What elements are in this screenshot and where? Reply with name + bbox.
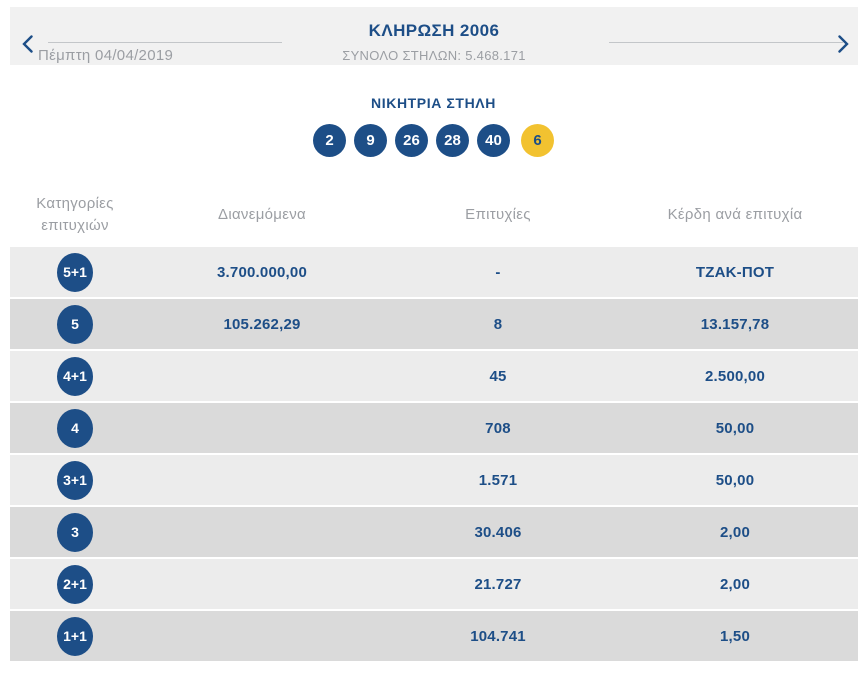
next-draw-button[interactable] bbox=[832, 33, 854, 57]
prize-table: Κατηγορίες επιτυχιών Διανεμόμενα Επιτυχί… bbox=[10, 183, 858, 663]
category-badge: 4 bbox=[57, 408, 93, 448]
joker-number-ball: 6 bbox=[521, 124, 554, 157]
prize-value: 50,00 bbox=[715, 471, 755, 489]
winning-number-ball: 40 bbox=[477, 124, 510, 157]
table-row: 3 30.406 2,00 bbox=[10, 507, 858, 557]
winning-number-ball: 2 bbox=[313, 124, 346, 157]
category-badge: 5 bbox=[57, 304, 93, 344]
category-badge: 4+1 bbox=[57, 356, 93, 396]
draw-header: ΚΛΗΡΩΣΗ 2006 ΣΥΝΟΛΟ ΣΤΗΛΩΝ: 5.468.171 bbox=[10, 21, 858, 63]
category-badge: 5+1 bbox=[57, 252, 93, 292]
table-row: 4 708 50,00 bbox=[10, 403, 858, 453]
winners-value: 30.406 bbox=[474, 523, 522, 541]
winning-number-ball: 26 bbox=[395, 124, 428, 157]
column-header-winners: Επιτυχίες bbox=[465, 206, 531, 224]
winners-value: 104.741 bbox=[470, 627, 526, 645]
prize-value: 2.500,00 bbox=[705, 367, 765, 385]
category-badge: 3+1 bbox=[57, 460, 93, 500]
prize-value: 2,00 bbox=[720, 575, 750, 593]
winners-value: 21.727 bbox=[474, 575, 522, 593]
table-row: 5+1 3.700.000,00 - ΤΖΑΚ-ΠΟΤ bbox=[10, 247, 858, 297]
table-row: 3+1 1.571 50,00 bbox=[10, 455, 858, 505]
winners-value: 1.571 bbox=[478, 471, 518, 489]
table-row: 4+1 45 2.500,00 bbox=[10, 351, 858, 401]
winning-column-section: ΝΙΚΗΤΡΙΑ ΣΤΗΛΗ 2 9 26 28 40 6 bbox=[0, 95, 867, 157]
total-columns-label: ΣΥΝΟΛΟ ΣΤΗΛΩΝ: 5.468.171 bbox=[342, 48, 526, 63]
category-badge: 3 bbox=[57, 512, 93, 552]
draw-navigation-band: Πέμπτη 04/04/2019 ΚΛΗΡΩΣΗ 2006 ΣΥΝΟΛΟ ΣΤ… bbox=[10, 7, 858, 65]
winners-value: 708 bbox=[485, 419, 511, 437]
winners-value: - bbox=[495, 263, 501, 281]
winning-number-ball: 28 bbox=[436, 124, 469, 157]
prize-table-body: 5+1 3.700.000,00 - ΤΖΑΚ-ΠΟΤ 5 105.262,29… bbox=[10, 247, 858, 661]
category-badge: 2+1 bbox=[57, 564, 93, 604]
chevron-right-icon bbox=[837, 34, 849, 56]
prize-value: 1,50 bbox=[720, 627, 750, 645]
winners-value: 8 bbox=[493, 315, 503, 333]
table-row: 2+1 21.727 2,00 bbox=[10, 559, 858, 609]
column-header-categories: Κατηγορίες επιτυχιών bbox=[36, 195, 114, 234]
winning-numbers: 2 9 26 28 40 6 bbox=[0, 124, 867, 157]
draw-title: ΚΛΗΡΩΣΗ 2006 bbox=[368, 21, 500, 40]
column-header-distributed: Διανεμόμενα bbox=[218, 206, 306, 224]
prize-value: 2,00 bbox=[720, 523, 750, 541]
prize-value: 50,00 bbox=[715, 419, 755, 437]
distributed-value: 105.262,29 bbox=[223, 315, 301, 333]
category-badge: 1+1 bbox=[57, 616, 93, 656]
table-row: 1+1 104.741 1,50 bbox=[10, 611, 858, 661]
table-row: 5 105.262,29 8 13.157,78 bbox=[10, 299, 858, 349]
winners-value: 45 bbox=[489, 367, 507, 385]
prize-value: 13.157,78 bbox=[700, 315, 770, 333]
distributed-value: 3.700.000,00 bbox=[217, 263, 307, 281]
column-header-prize: Κέρδη ανά επιτυχία bbox=[667, 206, 803, 224]
prize-value: ΤΖΑΚ-ΠΟΤ bbox=[695, 263, 775, 281]
winning-column-heading: ΝΙΚΗΤΡΙΑ ΣΤΗΛΗ bbox=[371, 95, 496, 111]
prize-table-header: Κατηγορίες επιτυχιών Διανεμόμενα Επιτυχί… bbox=[10, 183, 858, 247]
winning-number-ball: 9 bbox=[354, 124, 387, 157]
